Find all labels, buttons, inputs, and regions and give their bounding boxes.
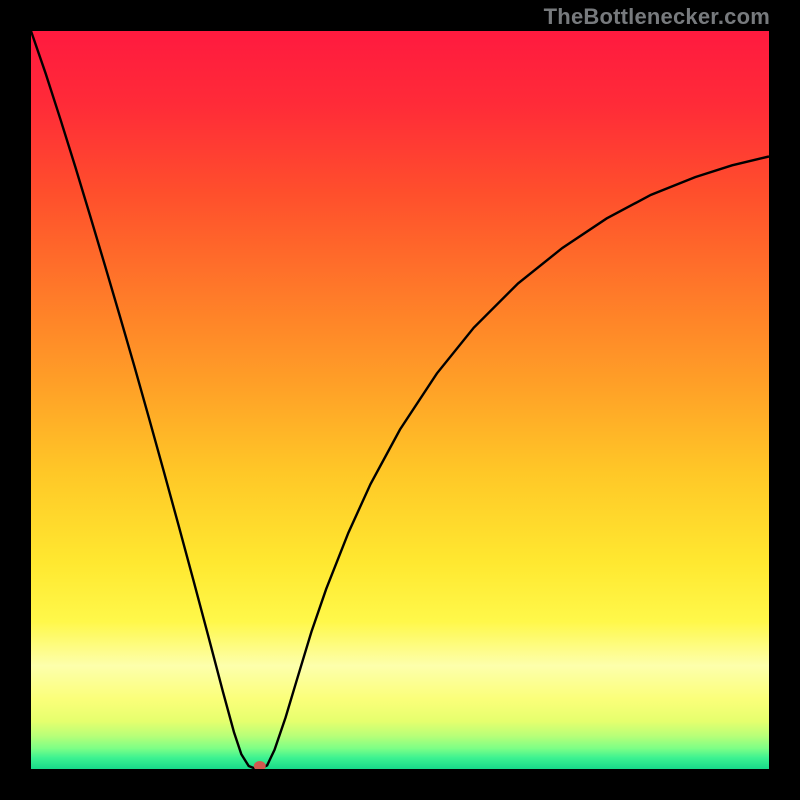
gradient-background [31,31,769,769]
plot-area [31,31,769,769]
chart-frame: TheBottlenecker.com [0,0,800,800]
watermark-text: TheBottlenecker.com [544,4,770,30]
plot-svg [31,31,769,769]
